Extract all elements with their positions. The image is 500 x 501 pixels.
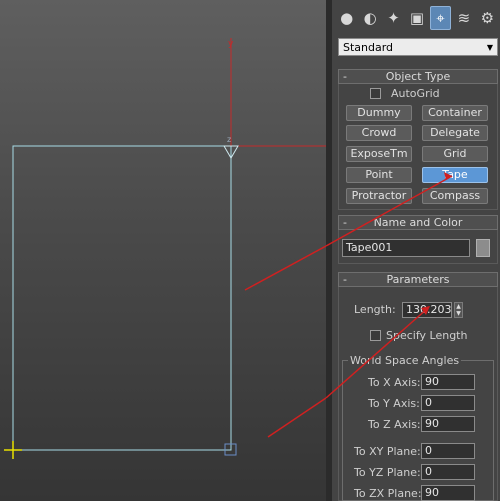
length-field[interactable]: 130.203m xyxy=(402,302,452,318)
annotation-line-2 xyxy=(267,397,326,438)
systems-icon[interactable]: ⚙ xyxy=(477,6,498,30)
command-panel: ● ◐ ✦ ▣ ⌖ ≋ ⚙ Standard ▼ - Object Type A… xyxy=(332,0,500,501)
container-button[interactable]: Container xyxy=(422,105,488,121)
delegate-button[interactable]: Delegate xyxy=(422,125,488,141)
parameters-rollout-header[interactable]: - Parameters xyxy=(338,272,498,287)
shapes-icon[interactable]: ◐ xyxy=(359,6,380,30)
to-zx-plane-field: 90 xyxy=(421,485,475,501)
lights-icon[interactable]: ✦ xyxy=(383,6,404,30)
to-x-axis-label: To X Axis: xyxy=(368,376,421,389)
world-space-angles-title: World Space Angles xyxy=(348,354,462,367)
perspective-viewport[interactable]: y z xyxy=(0,0,326,501)
autogrid-checkbox[interactable] xyxy=(370,88,381,99)
category-dropdown-value: Standard xyxy=(343,40,394,54)
object-color-swatch[interactable] xyxy=(476,239,490,257)
collapse-icon: - xyxy=(343,70,347,83)
collapse-icon: - xyxy=(343,216,347,229)
exposetm-button[interactable]: ExposeTm xyxy=(346,146,412,162)
z-axis-label: z xyxy=(227,135,231,144)
length-spinner[interactable]: ▲ ▼ xyxy=(454,302,463,318)
to-z-axis-field: 90 xyxy=(421,416,475,432)
helpers-icon[interactable]: ⌖ xyxy=(429,6,452,30)
sphere-icon[interactable]: ● xyxy=(336,6,357,30)
point-button[interactable]: Point xyxy=(346,167,412,183)
to-z-axis-label: To Z Axis: xyxy=(368,418,421,431)
specify-length-label: Specify Length xyxy=(386,329,468,342)
y-axis-label: y xyxy=(228,39,234,49)
object-name-field[interactable]: Tape001 xyxy=(342,239,470,257)
to-yz-plane-field: 0 xyxy=(421,464,475,480)
to-zx-plane-label: To ZX Plane: xyxy=(354,487,422,500)
collapse-icon: - xyxy=(343,273,347,286)
to-xy-plane-field: 0 xyxy=(421,443,475,459)
chevron-down-icon: ▼ xyxy=(486,42,493,52)
viewport-canvas[interactable]: y z xyxy=(0,0,326,501)
parameters-title: Parameters xyxy=(386,273,450,286)
to-y-axis-label: To Y Axis: xyxy=(368,397,420,410)
camera-icon[interactable]: ▣ xyxy=(406,6,427,30)
compass-button[interactable]: Compass xyxy=(422,188,488,204)
to-y-axis-field: 0 xyxy=(421,395,475,411)
create-category-tabs: ● ◐ ✦ ▣ ⌖ ≋ ⚙ xyxy=(336,6,498,30)
object-type-rollout-header[interactable]: - Object Type xyxy=(338,69,498,84)
to-yz-plane-label: To YZ Plane: xyxy=(354,466,421,479)
specify-length-checkbox[interactable] xyxy=(370,330,381,341)
to-xy-plane-label: To XY Plane: xyxy=(354,445,421,458)
protractor-button[interactable]: Protractor xyxy=(346,188,412,204)
annotation-line-1 xyxy=(244,245,326,291)
tape-object-outline xyxy=(12,145,232,451)
category-dropdown[interactable]: Standard ▼ xyxy=(338,38,498,56)
object-type-title: Object Type xyxy=(385,70,451,83)
tape-button[interactable]: Tape xyxy=(422,167,488,183)
to-x-axis-field: 90 xyxy=(421,374,475,390)
dummy-button[interactable]: Dummy xyxy=(346,105,412,121)
autogrid-label: AutoGrid xyxy=(391,87,440,100)
name-and-color-title: Name and Color xyxy=(373,216,463,229)
grid-button[interactable]: Grid xyxy=(422,146,488,162)
name-and-color-rollout-header[interactable]: - Name and Color xyxy=(338,215,498,230)
length-label: Length: xyxy=(354,303,396,316)
spacewarps-icon[interactable]: ≋ xyxy=(453,6,474,30)
crowd-button[interactable]: Crowd xyxy=(346,125,412,141)
